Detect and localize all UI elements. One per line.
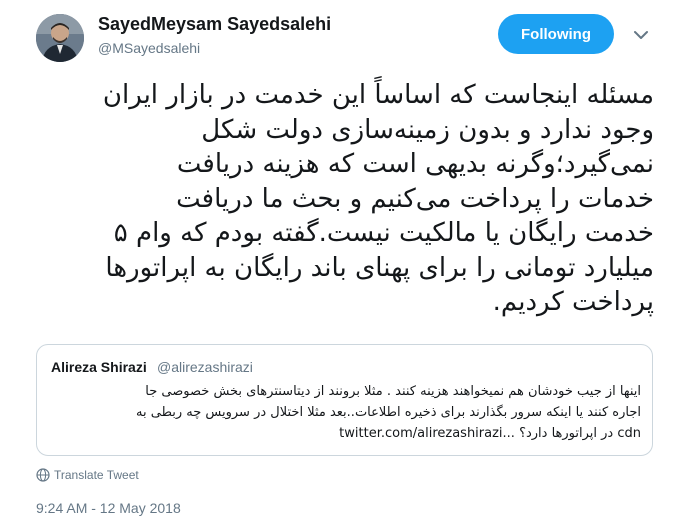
- author-handle[interactable]: @MSayedsalehi: [98, 40, 200, 56]
- quoted-tweet[interactable]: Alireza Shirazi @alirezashirazi اینها از…: [36, 344, 653, 456]
- tweet-text-line: نمی‌گیرد؛وگرنه بدیهی است که هزینه دریافت: [176, 149, 654, 179]
- author-avatar[interactable]: [36, 14, 84, 62]
- following-button[interactable]: Following: [498, 14, 614, 54]
- chevron-down-icon[interactable]: [630, 24, 652, 46]
- quoted-text-line: اجاره کنند یا اینکه سرور بگذارند برای ذخ…: [136, 405, 641, 420]
- tweet-text-line: پرداخت کردیم.: [492, 287, 654, 317]
- globe-icon: [36, 468, 50, 482]
- tweet-timestamp[interactable]: 9:24 AM - 12 May 2018: [36, 500, 181, 516]
- tweet-text-line: میلیارد تومانی را برای پهنای باند رایگان…: [105, 252, 654, 283]
- tweet-text-line: مسئله اینجاست که اساساً این خدمت در بازا…: [102, 80, 654, 110]
- tweet-text-line: خدمات را پرداخت می‌کنیم و بحث ما دریافت: [176, 183, 654, 214]
- tweet-text: مسئله اینجاست که اساساً این خدمت در بازا…: [36, 78, 654, 320]
- tweet-text-line: خدمت رایگان یا مالکیت نیست.گفته بودم که …: [113, 218, 654, 248]
- tweet-text-line: وجود ندارد و بدون زمینه‌سازی دولت شکل: [201, 114, 654, 145]
- quoted-tweet-text: اینها از جیب خودشان هم نمیخواهند هزینه ک…: [51, 381, 641, 444]
- translate-tweet-label: Translate Tweet: [54, 468, 139, 482]
- tweet-card: SayedMeysam Sayedsalehi @MSayedsalehi Fo…: [0, 0, 676, 524]
- quoted-author-name: Alireza Shirazi: [51, 359, 147, 375]
- quoted-author-handle: @alirezashirazi: [157, 359, 253, 375]
- quoted-text-line: cdn در اپراتورها دارد؟ ...twitter.com/al…: [339, 426, 641, 441]
- quoted-text-line: اینها از جیب خودشان هم نمیخواهند هزینه ک…: [145, 384, 641, 399]
- author-display-name[interactable]: SayedMeysam Sayedsalehi: [98, 14, 331, 35]
- translate-tweet-link[interactable]: Translate Tweet: [36, 468, 139, 482]
